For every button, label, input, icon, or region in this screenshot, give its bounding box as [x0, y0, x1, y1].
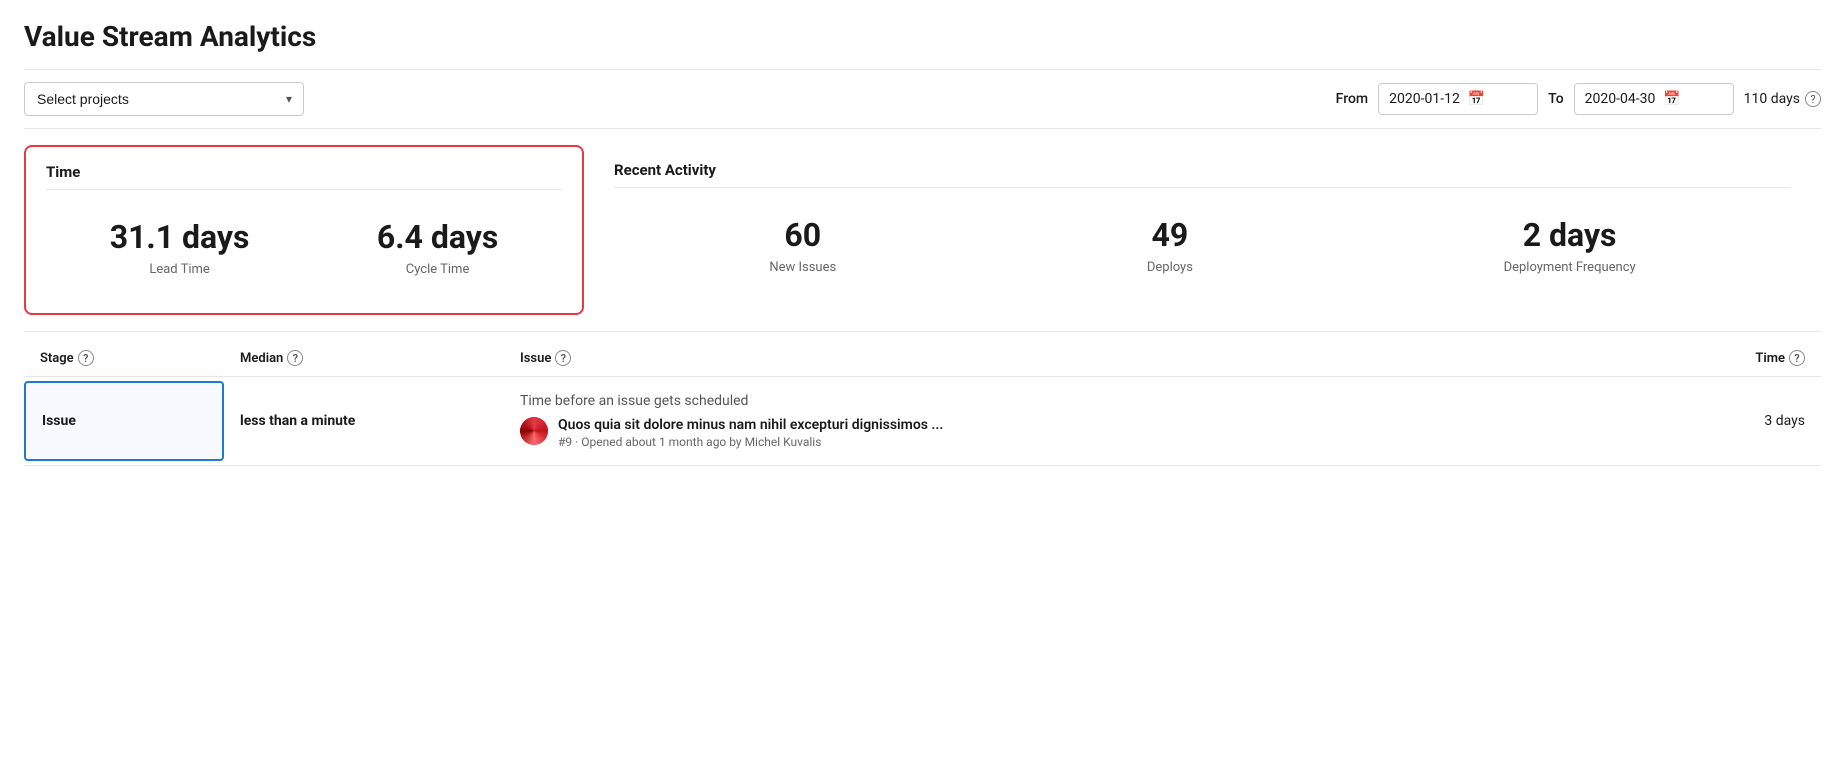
- date-controls: From 2020-01-12 📅 To 2020-04-30 📅 110 da…: [1336, 83, 1821, 115]
- time-panel: Time 31.1 days Lead Time 6.4 days Cycle …: [24, 145, 584, 315]
- header-median-label: Median: [240, 351, 283, 366]
- lead-time-metric: 31.1 days Lead Time: [110, 218, 250, 277]
- from-date-value: 2020-01-12: [1389, 91, 1460, 107]
- select-projects-input[interactable]: Select projects: [24, 82, 304, 116]
- select-projects-wrapper: Select projects ▾: [24, 82, 304, 116]
- recent-activity-title: Recent Activity: [614, 161, 1791, 188]
- avatar-image: [520, 417, 548, 445]
- header-stage: Stage ?: [40, 350, 240, 366]
- new-issues-metric: 60 New Issues: [769, 216, 836, 275]
- from-label: From: [1336, 91, 1368, 107]
- issue-item: Quos quia sit dolore minus nam nihil exc…: [520, 417, 1685, 449]
- activity-metrics: 60 New Issues 49 Deploys 2 days Deployme…: [614, 196, 1791, 295]
- lead-time-label: Lead Time: [149, 262, 209, 277]
- issue-time-value: 3 days: [1764, 413, 1805, 429]
- issue-text-block: Quos quia sit dolore minus nam nihil exc…: [558, 417, 943, 449]
- to-date-value: 2020-04-30: [1585, 91, 1656, 107]
- header-stage-label: Stage: [40, 351, 74, 366]
- stats-section: Time 31.1 days Lead Time 6.4 days Cycle …: [24, 129, 1821, 332]
- recent-activity-panel: Recent Activity 60 New Issues 49 Deploys…: [584, 145, 1821, 315]
- cycle-time-metric: 6.4 days Cycle Time: [377, 218, 498, 277]
- header-issue-label: Issue: [520, 351, 551, 366]
- cycle-time-label: Cycle Time: [406, 262, 470, 277]
- deployment-frequency-label: Deployment Frequency: [1504, 260, 1636, 275]
- new-issues-label: New Issues: [769, 260, 836, 275]
- deployment-frequency-value: 2 days: [1523, 216, 1617, 254]
- header-time: Time ?: [1685, 350, 1805, 366]
- median-cell: less than a minute: [224, 377, 504, 465]
- deploys-metric: 49 Deploys: [1147, 216, 1193, 275]
- time-cell: 3 days: [1701, 377, 1821, 465]
- page-title: Value Stream Analytics: [24, 20, 1821, 53]
- median-help-icon[interactable]: ?: [287, 350, 303, 366]
- issue-title[interactable]: Quos quia sit dolore minus nam nihil exc…: [558, 417, 943, 433]
- deployment-frequency-metric: 2 days Deployment Frequency: [1504, 216, 1636, 275]
- to-label: To: [1548, 91, 1564, 107]
- median-value: less than a minute: [240, 413, 355, 429]
- calendar-to-icon: 📅: [1663, 91, 1680, 107]
- days-badge: 110 days ?: [1744, 91, 1821, 107]
- issue-description: Time before an issue gets scheduled: [520, 393, 1685, 409]
- days-help-icon[interactable]: ?: [1805, 91, 1821, 107]
- to-date-input[interactable]: 2020-04-30 📅: [1574, 83, 1734, 115]
- stage-cell-text: Issue: [42, 413, 76, 429]
- days-value: 110 days: [1744, 91, 1800, 107]
- calendar-from-icon: 📅: [1468, 91, 1485, 107]
- header-median: Median ?: [240, 350, 520, 366]
- deploys-value: 49: [1152, 216, 1189, 254]
- top-bar: Select projects ▾ From 2020-01-12 📅 To 2…: [24, 69, 1821, 129]
- stage-help-icon[interactable]: ?: [78, 350, 94, 366]
- table-header: Stage ? Median ? Issue ? Time ?: [24, 340, 1821, 377]
- avatar: [520, 417, 548, 445]
- time-panel-title: Time: [46, 163, 562, 190]
- cycle-time-value: 6.4 days: [377, 218, 498, 256]
- header-time-label: Time: [1755, 351, 1785, 366]
- table-row: Issue less than a minute Time before an …: [24, 377, 1821, 466]
- deploys-label: Deploys: [1147, 260, 1193, 275]
- from-date-input[interactable]: 2020-01-12 📅: [1378, 83, 1538, 115]
- stage-cell[interactable]: Issue: [24, 381, 224, 461]
- header-issue: Issue ?: [520, 350, 1685, 366]
- issue-meta: #9 · Opened about 1 month ago by Michel …: [558, 435, 943, 449]
- lead-time-value: 31.1 days: [110, 218, 250, 256]
- issue-cell: Time before an issue gets scheduled Quos…: [504, 377, 1701, 465]
- time-metrics: 31.1 days Lead Time 6.4 days Cycle Time: [46, 198, 562, 297]
- table-section: Stage ? Median ? Issue ? Time ? Issue le…: [24, 340, 1821, 466]
- issue-help-icon[interactable]: ?: [555, 350, 571, 366]
- time-help-icon[interactable]: ?: [1789, 350, 1805, 366]
- new-issues-value: 60: [784, 216, 821, 254]
